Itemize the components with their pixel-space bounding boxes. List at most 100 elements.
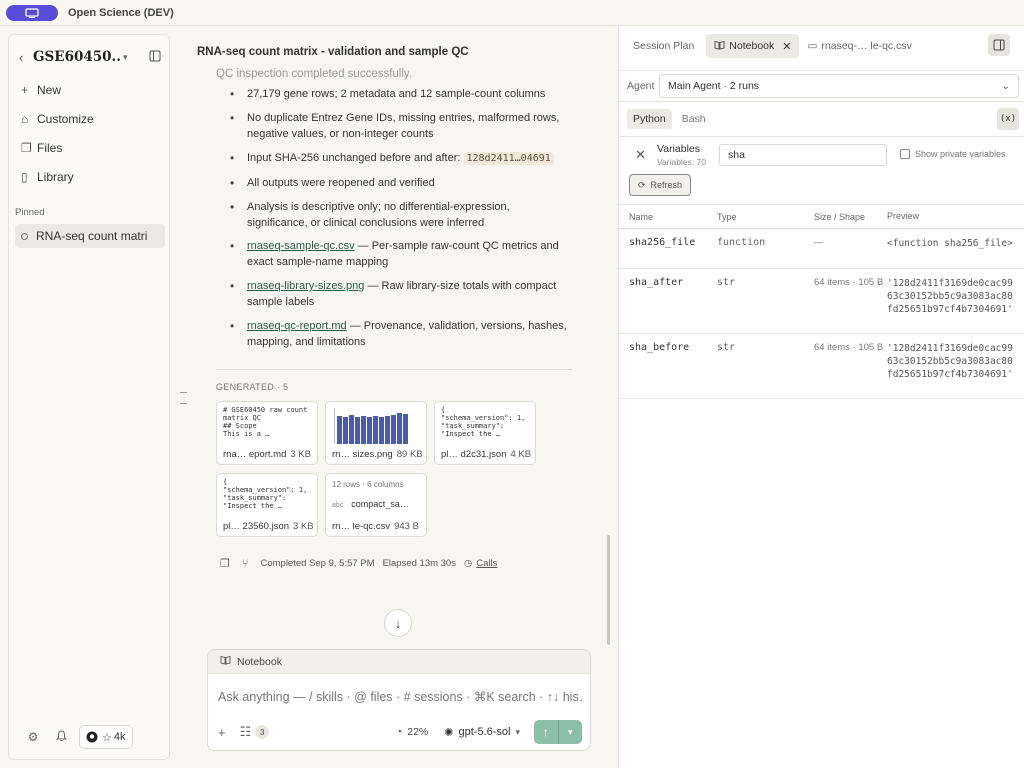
customize-icon: ⌂ [21,111,29,126]
panel-tabs: Session Plan Notebook ✕ ▭ rnaseq-… le-qc.… [619,34,1024,58]
project-header: ‹ GSE60450... ▾ [19,47,161,67]
summary-list: 27,179 gene rows; 2 metadata and 12 samp… [230,86,570,358]
var-preview: '128d2411f3169de0cac9963c30152bb5c9a3083… [887,343,1013,380]
thumbnail-bar [385,416,390,444]
calls-link[interactable]: Calls [476,558,497,569]
sidebar-item-label: Library [37,169,74,184]
artifact-card-json-1[interactable]: { "schema_version": 1, "task_summary": "… [434,401,536,465]
tab-file-csv[interactable]: ▭ rnaseq-… le-qc.csv [799,34,919,58]
variables-search-input[interactable] [719,144,887,166]
tab-python[interactable]: Python [627,109,672,129]
close-tab-icon[interactable]: ✕ [782,40,791,53]
sidebar-item-customize[interactable]: ⌂ Customize [21,104,161,133]
table-row[interactable]: sha_after str 64 items · 105 B '128d2411… [619,269,1024,334]
branch-icon[interactable]: ⑂ [242,558,249,570]
message-input[interactable] [218,690,582,704]
var-preview: '128d2411f3169de0cac9963c30152bb5c9a3083… [887,278,1013,315]
star-icon: ☆ [102,731,112,744]
thumbnail-bar [367,417,372,444]
variables-toggle-button[interactable]: (x) [997,108,1019,130]
context-usage[interactable]: ◔ 22% [396,726,428,738]
kernel-language-tabs: Python Bash (x) [619,106,1024,132]
title-bar: Open Science (DEV) [0,0,1024,26]
composer-header[interactable]: Notebook [208,650,590,674]
status-line: QC inspection completed successfully. [216,68,413,80]
refresh-button[interactable]: ⟳ Refresh [629,174,692,196]
table-row[interactable]: sha256_file function — <function sha256_… [619,229,1024,269]
artifact-card-png[interactable]: rn… sizes.png 89 KB [325,401,427,465]
column-header-size[interactable]: Size / Shape [814,211,887,223]
artifact-card-json-2[interactable]: { "schema_version": 1, "task_summary": "… [216,473,318,537]
bell-icon[interactable] [47,729,75,745]
list-item: rnaseq-library-sizes.png — Raw library-s… [230,278,570,310]
sidebar-item-label: New [37,82,62,97]
chevron-down-icon[interactable]: ▾ [123,52,137,63]
app-title: Open Science (DEV) [68,6,174,19]
file-link-qc-report[interactable]: rnaseq-qc-report.md [247,320,347,332]
column-header-preview[interactable]: Preview [887,210,1017,223]
composer-toolbar: + ☷ 3 ◔ 22% ✺ gpt-5.6-sol ▾ ↑ ▾ [218,720,582,744]
artifact-card-csv[interactable]: 12 rows · 6 columns abc compact_sa… rn… l… [325,473,427,537]
chat-scrollbar[interactable] [607,535,610,645]
copy-icon[interactable]: ❐ [220,557,230,570]
model-selector[interactable]: ✺ gpt-5.6-sol ▾ [444,726,520,739]
sidebar-toggle-icon[interactable] [149,50,161,65]
card-filename: pl… 23560.json 3 KB [223,521,314,532]
chat-transcript[interactable]: QC inspection completed successfully. 27… [200,68,598,648]
send-options-chevron-icon[interactable]: ▾ [559,720,583,744]
back-icon[interactable]: ‹ [19,50,33,65]
show-private-toggle[interactable]: Show private variables [900,149,1006,159]
divider [216,369,572,370]
card-preview: { "schema_version": 1, "task_summary": "… [441,406,526,438]
tab-session-plan[interactable]: Session Plan [625,34,702,58]
column-header-type[interactable]: Type [717,212,814,222]
list-item: rnaseq-qc-report.md — Provenance, valida… [230,318,570,350]
gauge-icon: ◔ [395,726,403,738]
var-preview: <function sha256_file> [887,238,1013,249]
card-filename: rn… sizes.png 89 KB [332,449,423,460]
checkbox-label: Show private variables [915,149,1006,159]
generated-label: GENERATED · 5 [216,382,289,392]
plus-icon[interactable]: + [218,725,226,740]
csv-meta: 12 rows · 6 columns [332,480,404,489]
pinned-session-item[interactable]: RNA-seq count matri [15,224,165,248]
send-button[interactable]: ↑ ▾ [534,720,582,744]
file-link-library-sizes[interactable]: rnaseq-library-sizes.png [247,280,364,292]
tools-count-badge: 3 [255,725,270,739]
checkbox[interactable] [900,149,910,159]
calls-icon: ◷ [463,558,473,569]
tab-notebook[interactable]: Notebook ✕ [706,34,800,58]
composer: Notebook + ☷ 3 ◔22% ✺gpt-5.6-sol▾ ↑▾ [207,649,591,751]
table-header: Name Type Size / Shape Preview [619,205,1024,229]
variables-count: Variables: 70 [657,157,706,167]
artifact-card-report[interactable]: # GSE60450 raw count matrix QC ## Scope … [216,401,318,465]
variables-title: Variables [657,143,700,155]
thumbnail-bar [337,416,342,444]
sidebar-item-new[interactable]: + New [21,75,161,104]
agent-select[interactable]: Main Agent · 2 runs ⌄ [659,74,1019,98]
settings-gear-icon[interactable]: ⚙ [19,730,47,744]
sidebar-item-files[interactable]: ❐ Files [21,133,161,162]
tools-sliders-icon[interactable]: ☷ [240,724,252,740]
var-name: sha_before [629,342,690,353]
github-star-button[interactable]: ☆ 4k [79,725,133,749]
app-badge[interactable] [6,4,58,21]
var-type: str [717,342,736,353]
panel-toggle-button[interactable] [988,34,1010,56]
notebook-icon [220,655,231,668]
file-link-sample-qc[interactable]: rnaseq-sample-qc.csv [247,240,355,252]
chevron-down-icon: ⌄ [1001,80,1010,92]
sidebar-item-library[interactable]: ▯ Library [21,162,161,191]
model-icon: ✺ [444,726,454,739]
drag-handle[interactable] [180,392,187,404]
column-header-name[interactable]: Name [619,212,717,222]
notebook-icon [714,40,725,53]
project-name[interactable]: GSE60450... [33,49,121,65]
close-icon[interactable]: ✕ [635,147,646,163]
sidebar: ‹ GSE60450... ▾ + New ⌂ Customize ❐ Files ▯… [8,34,170,760]
scroll-down-button[interactable]: ↓ [384,609,412,637]
tab-bash[interactable]: Bash [676,109,712,129]
table-row[interactable]: sha_before str 64 items · 105 B '128d241… [619,334,1024,399]
var-size: — [814,237,824,248]
list-item-text: Analysis is descriptive only; no differe… [247,201,510,229]
